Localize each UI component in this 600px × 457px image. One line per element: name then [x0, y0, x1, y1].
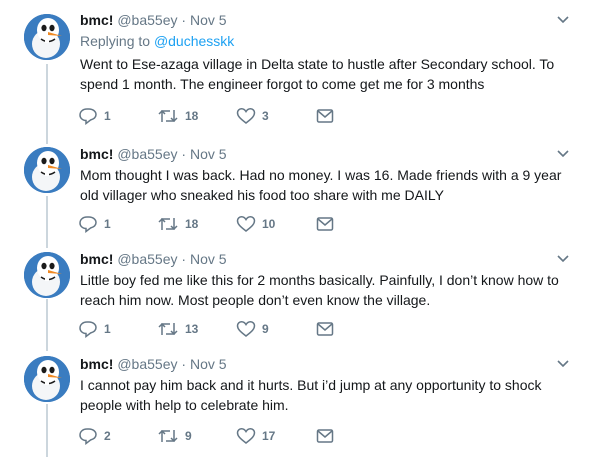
- tweet-date[interactable]: Nov 5: [190, 251, 227, 267]
- direct-message-button[interactable]: [316, 319, 334, 339]
- user-handle[interactable]: @ba55ey: [117, 251, 177, 267]
- retweet-button[interactable]: 13: [157, 319, 198, 339]
- reply-icon: [79, 428, 97, 445]
- reply-count: 1: [104, 217, 111, 231]
- snowman-avatar-icon: [24, 14, 70, 60]
- retweet-count: 18: [185, 109, 199, 123]
- retweet-icon: [158, 429, 178, 443]
- reply-button[interactable]: 2: [78, 426, 111, 446]
- retweet-count: 18: [185, 217, 199, 231]
- direct-message-button[interactable]: [316, 106, 334, 126]
- replying-to-mention[interactable]: @duchesskk: [154, 33, 234, 49]
- like-icon: [236, 108, 256, 124]
- tweet[interactable]: bmc! @ba55ey · Nov 5 I cannot pay him ba…: [0, 350, 600, 457]
- reply-icon: [79, 108, 97, 125]
- separator-dot: ·: [181, 12, 187, 28]
- direct-message-button[interactable]: [316, 426, 334, 446]
- replying-to: Replying to @duchesskk: [80, 32, 570, 50]
- avatar[interactable]: [24, 14, 70, 60]
- replying-to-label: Replying to: [80, 33, 151, 49]
- avatar[interactable]: [24, 356, 70, 402]
- display-name[interactable]: bmc!: [80, 356, 113, 372]
- display-name[interactable]: bmc!: [80, 12, 113, 28]
- separator-dot: ·: [181, 251, 187, 267]
- direct-message-button[interactable]: [316, 214, 334, 234]
- reply-count: 2: [104, 429, 111, 443]
- avatar[interactable]: [24, 252, 70, 298]
- like-icon: [236, 428, 256, 444]
- chevron-down-icon[interactable]: [556, 148, 570, 158]
- like-count: 17: [262, 429, 276, 443]
- retweet-button[interactable]: 9: [157, 426, 192, 446]
- like-count: 10: [262, 217, 276, 231]
- direct-message-icon: [316, 109, 334, 123]
- snowman-avatar-icon: [24, 356, 70, 402]
- display-name[interactable]: bmc!: [80, 146, 113, 162]
- tweet-text: Went to Ese-azaga village in Delta state…: [80, 56, 555, 92]
- chevron-down-icon[interactable]: [556, 358, 570, 368]
- tweet-text: I cannot pay him back and it hurts. But …: [80, 377, 542, 413]
- reply-icon: [79, 216, 97, 233]
- like-count: 9: [262, 322, 269, 336]
- chevron-down-icon[interactable]: [556, 14, 570, 24]
- tweet-date[interactable]: Nov 5: [190, 356, 227, 372]
- retweet-icon: [158, 322, 178, 336]
- retweet-count: 13: [185, 322, 199, 336]
- like-icon: [236, 321, 256, 337]
- tweet[interactable]: bmc! @ba55ey · Nov 5 Little boy fed me l…: [0, 246, 600, 350]
- like-button[interactable]: 9: [236, 319, 269, 339]
- retweet-icon: [158, 217, 178, 231]
- direct-message-icon: [316, 429, 334, 443]
- user-handle[interactable]: @ba55ey: [117, 356, 177, 372]
- tweet-text: Little boy fed me like this for 2 months…: [80, 272, 559, 308]
- like-icon: [236, 216, 256, 232]
- chevron-down-icon[interactable]: [556, 253, 570, 263]
- retweet-count: 9: [185, 429, 192, 443]
- tweet-text: Mom thought I was back. Had no money. I …: [80, 167, 562, 203]
- retweet-button[interactable]: 18: [157, 106, 198, 126]
- snowman-avatar-icon: [24, 147, 70, 193]
- reply-icon: [79, 321, 97, 338]
- display-name[interactable]: bmc!: [80, 251, 113, 267]
- like-button[interactable]: 10: [236, 214, 275, 234]
- reply-button[interactable]: 1: [78, 319, 111, 339]
- separator-dot: ·: [181, 356, 187, 372]
- tweet[interactable]: bmc! @ba55ey · Nov 5 Replying to @duches…: [0, 0, 600, 140]
- direct-message-icon: [316, 322, 334, 336]
- reply-count: 1: [104, 322, 111, 336]
- reply-button[interactable]: 1: [78, 106, 111, 126]
- separator-dot: ·: [181, 146, 187, 162]
- like-count: 3: [262, 109, 269, 123]
- user-handle[interactable]: @ba55ey: [117, 146, 177, 162]
- user-handle[interactable]: @ba55ey: [117, 12, 177, 28]
- retweet-button[interactable]: 18: [157, 214, 198, 234]
- retweet-icon: [158, 109, 178, 123]
- tweet[interactable]: bmc! @ba55ey · Nov 5 Mom thought I was b…: [0, 140, 600, 246]
- reply-button[interactable]: 1: [78, 214, 111, 234]
- reply-count: 1: [104, 109, 111, 123]
- tweet-date[interactable]: Nov 5: [190, 146, 227, 162]
- direct-message-icon: [316, 217, 334, 231]
- avatar[interactable]: [24, 147, 70, 193]
- like-button[interactable]: 17: [236, 426, 275, 446]
- snowman-avatar-icon: [24, 252, 70, 298]
- like-button[interactable]: 3: [236, 106, 269, 126]
- tweet-date[interactable]: Nov 5: [190, 12, 227, 28]
